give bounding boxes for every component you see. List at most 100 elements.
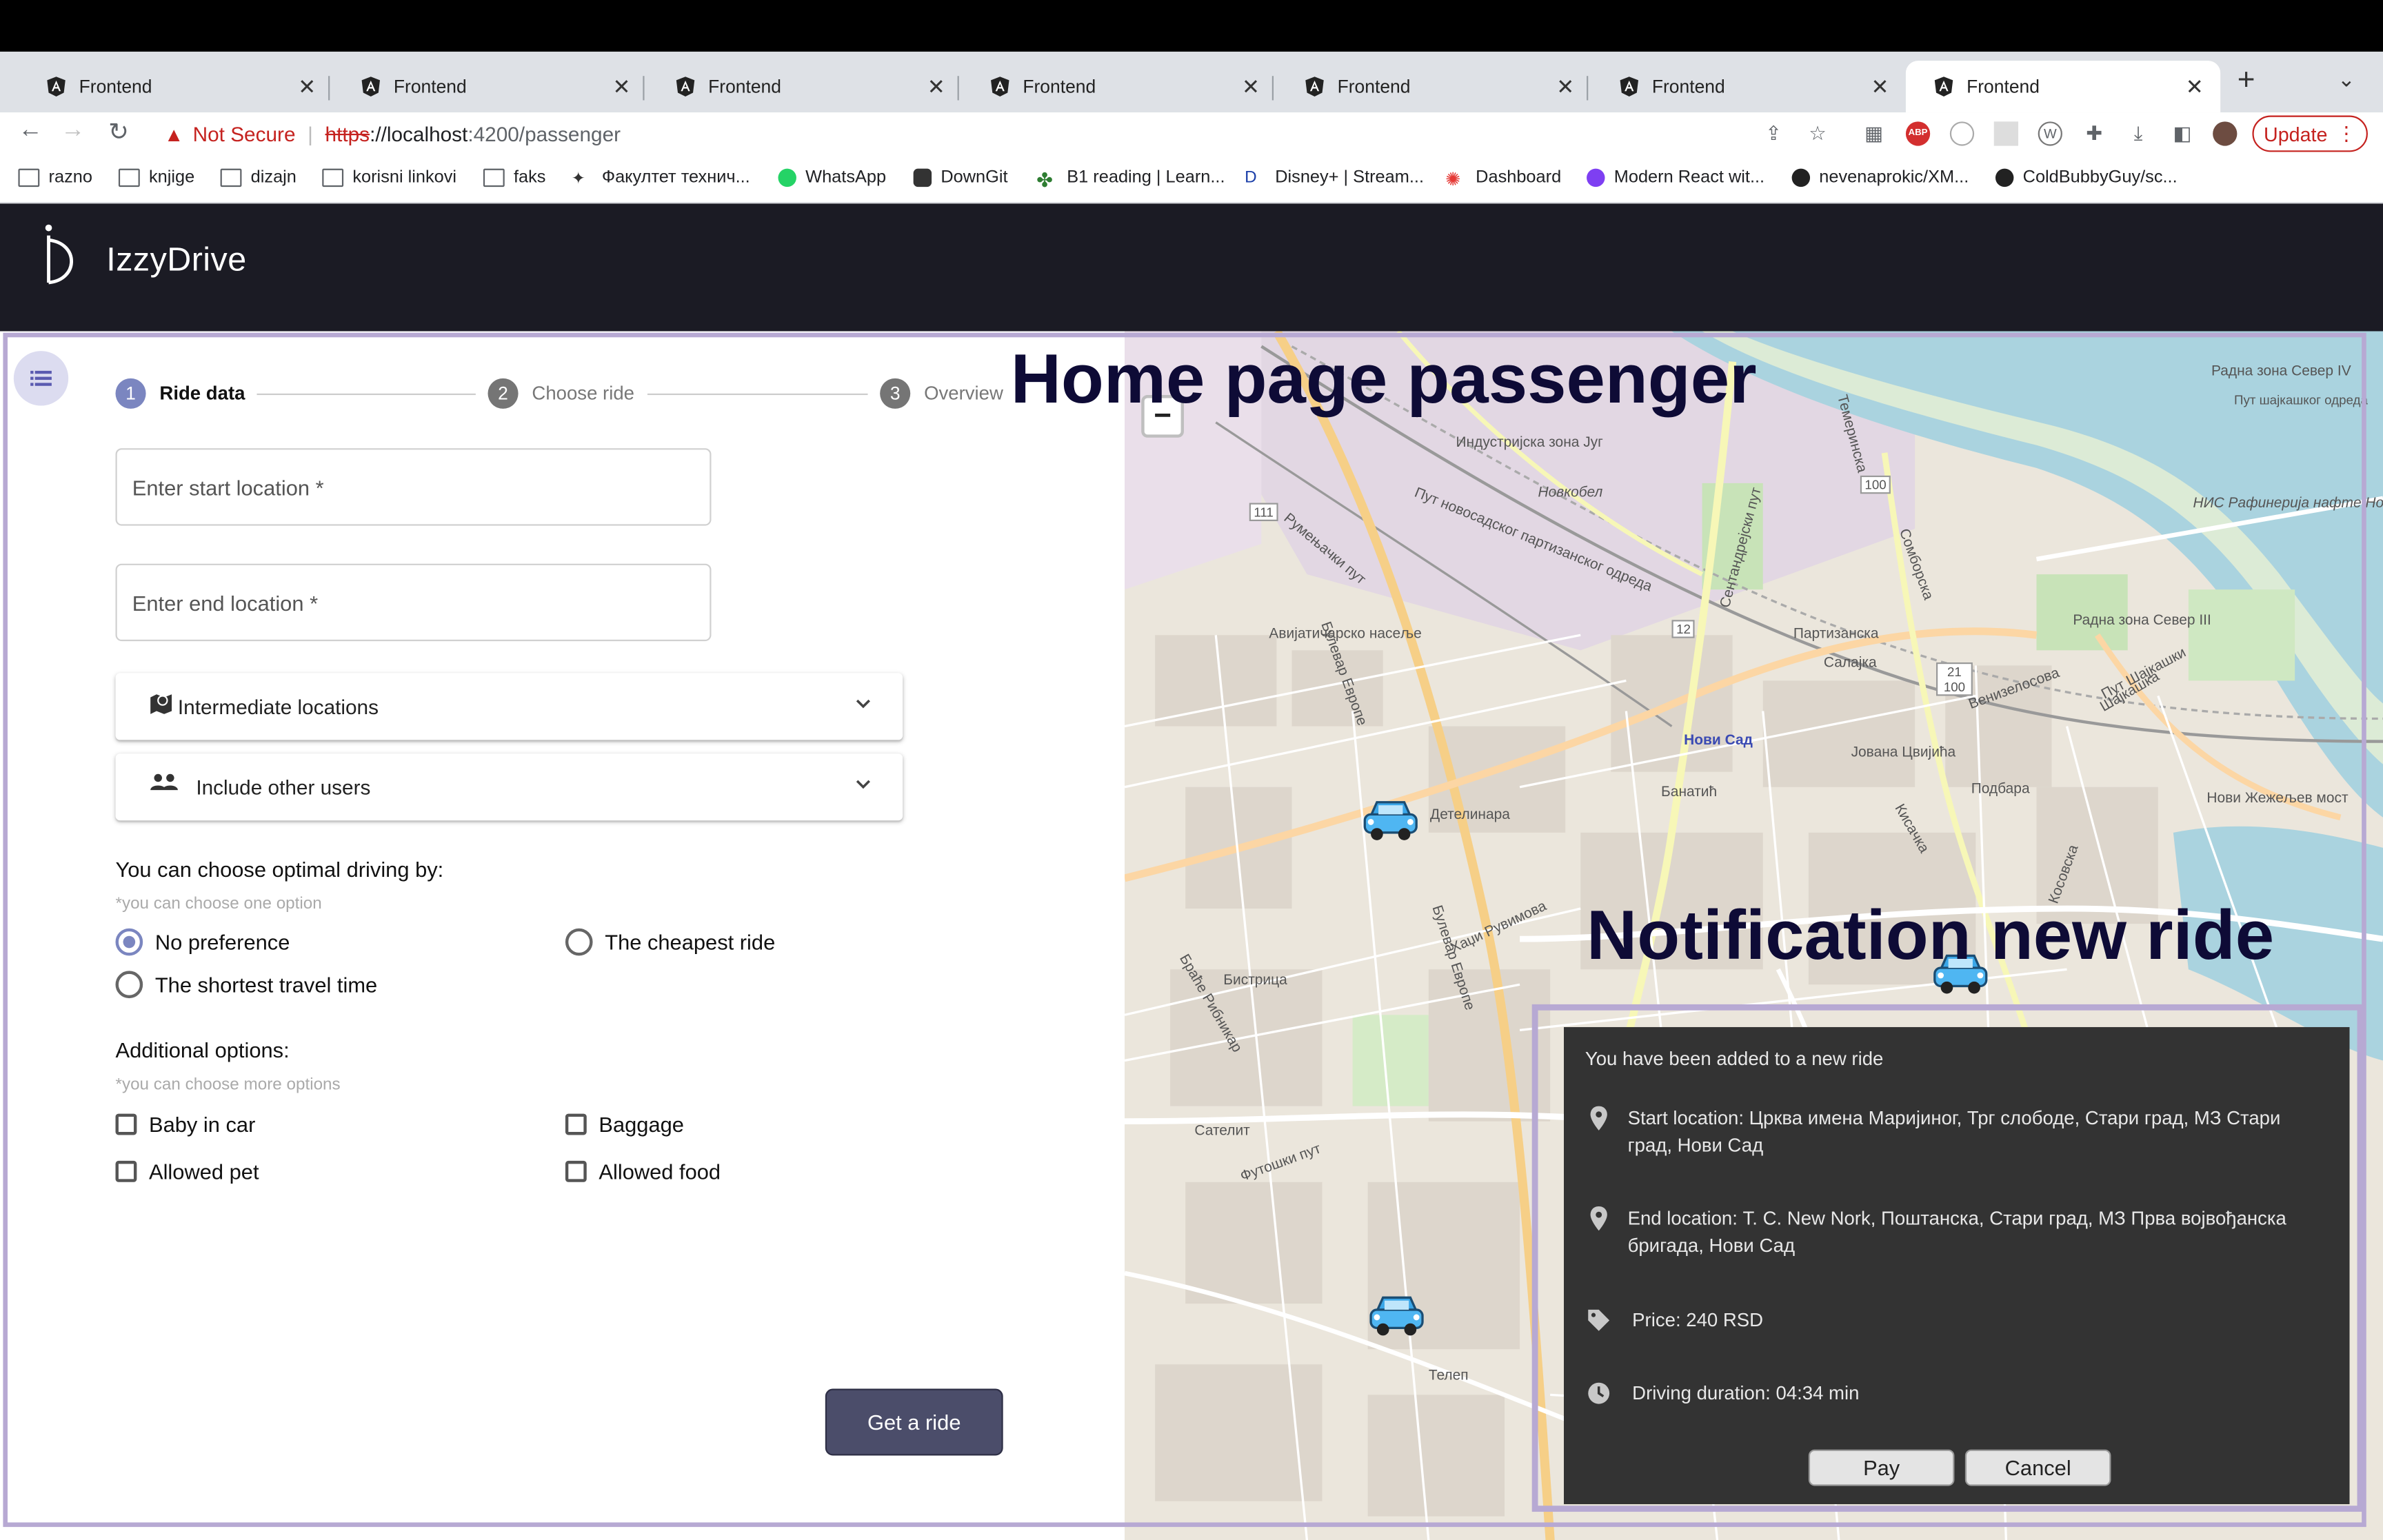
browser-tab[interactable]: Frontend ✕ — [1276, 61, 1591, 112]
start-location-input[interactable]: Enter start location * — [115, 448, 712, 526]
radio-no-preference[interactable]: No preference — [115, 928, 290, 956]
browser-tab[interactable]: Frontend ✕ — [962, 61, 1276, 112]
annotation-notification: Notification new ride — [1587, 895, 2275, 974]
step-ride-data[interactable]: 1 Ride data — [115, 378, 245, 409]
izzydrive-logo — [45, 224, 73, 285]
bookmark[interactable]: korisni linkovi — [322, 168, 456, 188]
new-tab-button[interactable]: + — [2228, 64, 2264, 99]
end-location-input[interactable]: Enter end location * — [115, 563, 712, 642]
notification-duration: Driving duration: 04:34 min — [1585, 1379, 1859, 1407]
radio-shortest-time[interactable]: The shortest travel time — [115, 971, 377, 999]
browser-tab[interactable]: Frontend ✕ — [1591, 61, 1906, 112]
wordpress-icon[interactable]: W — [2038, 121, 2062, 146]
bookmark[interactable]: ✺ Dashboard — [1445, 168, 1561, 190]
bookmark[interactable]: Modern React wit... — [1587, 168, 1764, 188]
github-icon — [1791, 168, 1811, 188]
angular-icon — [360, 76, 381, 97]
car-marker-icon[interactable] — [1362, 798, 1420, 843]
bookmark[interactable]: WhatsApp — [778, 168, 886, 188]
browser-tab-title: Frontend — [1337, 76, 1411, 98]
checkbox-allowed-food[interactable]: Allowed food — [565, 1159, 721, 1184]
bookmark[interactable]: dizajn — [220, 168, 296, 188]
stepper-connector — [257, 393, 476, 396]
close-icon[interactable]: ✕ — [1869, 74, 1891, 99]
bookmark[interactable]: ColdBubbyGuy/sc... — [1995, 168, 2178, 188]
close-icon[interactable]: ✕ — [1555, 74, 1576, 99]
star-icon[interactable]: ☆ — [1805, 121, 1829, 145]
dashboard-icon: ✺ — [1445, 168, 1461, 190]
adblock-icon[interactable]: ABP — [1905, 121, 1931, 146]
extension-icon[interactable]: ▦ — [1862, 121, 1886, 145]
map-label: Детелинара — [1430, 807, 1510, 824]
optimal-driving-hint: *you can choose one option — [115, 895, 322, 913]
url-path: :4200/passenger — [467, 122, 621, 145]
avatar[interactable] — [2213, 121, 2238, 146]
tab-search-chevron-icon[interactable]: ⌄ — [2337, 67, 2355, 92]
checkbox-baby-in-car[interactable]: Baby in car — [115, 1112, 255, 1137]
whatsapp-icon — [778, 168, 796, 188]
bookmark[interactable]: razno — [18, 168, 92, 188]
warning-icon: ▲ — [164, 122, 184, 145]
checkbox-baggage[interactable]: Baggage — [565, 1112, 684, 1137]
extension-icon[interactable] — [1993, 121, 2019, 146]
notification-price: Price: 240 RSD — [1585, 1307, 1763, 1335]
include-users-expander[interactable]: Include other users — [115, 753, 903, 821]
security-status: Not Secure — [192, 122, 296, 145]
bookmark[interactable]: faks — [483, 168, 545, 188]
radio-cheapest-ride[interactable]: The cheapest ride — [565, 928, 775, 956]
close-icon[interactable]: ✕ — [2184, 74, 2205, 99]
close-icon[interactable]: ✕ — [1240, 74, 1262, 99]
forward-arrow-icon[interactable]: → — [58, 117, 88, 145]
puzzle-icon[interactable]: ✚ — [2082, 121, 2107, 145]
bookmark[interactable]: D Disney+ | Stream... — [1245, 169, 1424, 187]
price-tag-icon — [1588, 1309, 1610, 1331]
users-icon — [150, 773, 178, 791]
browser-tab-active[interactable]: Frontend ✕ — [1905, 61, 2221, 113]
address-bar[interactable]: ▲ Not Secure | https://localhost:4200/pa… — [152, 116, 1839, 152]
reload-icon[interactable]: ↻ — [103, 117, 134, 148]
clock-icon — [1588, 1382, 1610, 1404]
step-overview[interactable]: 3 Overview — [880, 378, 1003, 409]
close-icon[interactable]: ✕ — [611, 74, 632, 99]
map-label: Радна зона Север IV — [2211, 363, 2351, 381]
road-number-label: 21 100 — [1936, 662, 1973, 696]
back-arrow-icon[interactable]: ← — [15, 117, 46, 145]
update-button[interactable]: Update ⋮ — [2252, 115, 2368, 152]
pay-button[interactable]: Pay — [1808, 1449, 1955, 1486]
bookmark[interactable]: ✦ Факултет технич... — [572, 169, 750, 189]
map-label: Индустријска зона Југ — [1456, 434, 1603, 452]
intermediate-locations-expander[interactable]: Intermediate locations — [115, 673, 903, 740]
step-choose-ride[interactable]: 2 Choose ride — [487, 378, 634, 409]
browser-tab[interactable]: Frontend ✕ — [333, 61, 647, 112]
browser-tab[interactable]: Frontend ✕ — [18, 61, 332, 112]
radio-icon — [565, 928, 593, 956]
cancel-button[interactable]: Cancel — [1964, 1449, 2111, 1486]
folder-icon — [483, 168, 505, 188]
menu-button[interactable] — [13, 351, 69, 406]
step-label: Overview — [924, 383, 1003, 405]
new-ride-notification: You have been added to a new ride Start … — [1564, 1026, 2350, 1505]
car-marker-icon[interactable] — [1368, 1293, 1426, 1339]
get-a-ride-button[interactable]: Get a ride — [825, 1388, 1003, 1456]
bookmark[interactable]: ✤ B1 reading | Learn... — [1036, 169, 1225, 192]
expander-label: Intermediate locations — [177, 695, 379, 718]
step-label: Choose ride — [532, 383, 634, 405]
sidepanel-icon[interactable]: ◧ — [2170, 121, 2194, 145]
notification-start: Start location: Црква имена Маријиног, Т… — [1585, 1104, 2330, 1159]
share-icon[interactable]: ⇪ — [1762, 121, 1786, 145]
update-label: Update — [2264, 122, 2328, 145]
start-location-placeholder: Enter start location * — [132, 474, 324, 500]
bookmark[interactable]: knjige — [118, 168, 194, 188]
checkbox-allowed-pet[interactable]: Allowed pet — [115, 1159, 259, 1184]
screen: Frontend ✕ Frontend ✕ Frontend ✕ Fronten… — [0, 0, 2383, 1540]
location-pin-icon — [1590, 1206, 1607, 1231]
radio-icon — [115, 971, 143, 999]
download-icon[interactable]: ⤓ — [2126, 121, 2151, 145]
github-icon — [913, 168, 932, 188]
bookmark[interactable]: DownGit — [913, 168, 1008, 188]
close-icon[interactable]: ✕ — [925, 74, 947, 99]
browser-tab[interactable]: Frontend ✕ — [647, 61, 962, 112]
extension-icon[interactable] — [1949, 121, 1975, 146]
close-icon[interactable]: ✕ — [296, 74, 318, 99]
bookmark[interactable]: nevenaprokic/XM... — [1791, 168, 1969, 188]
